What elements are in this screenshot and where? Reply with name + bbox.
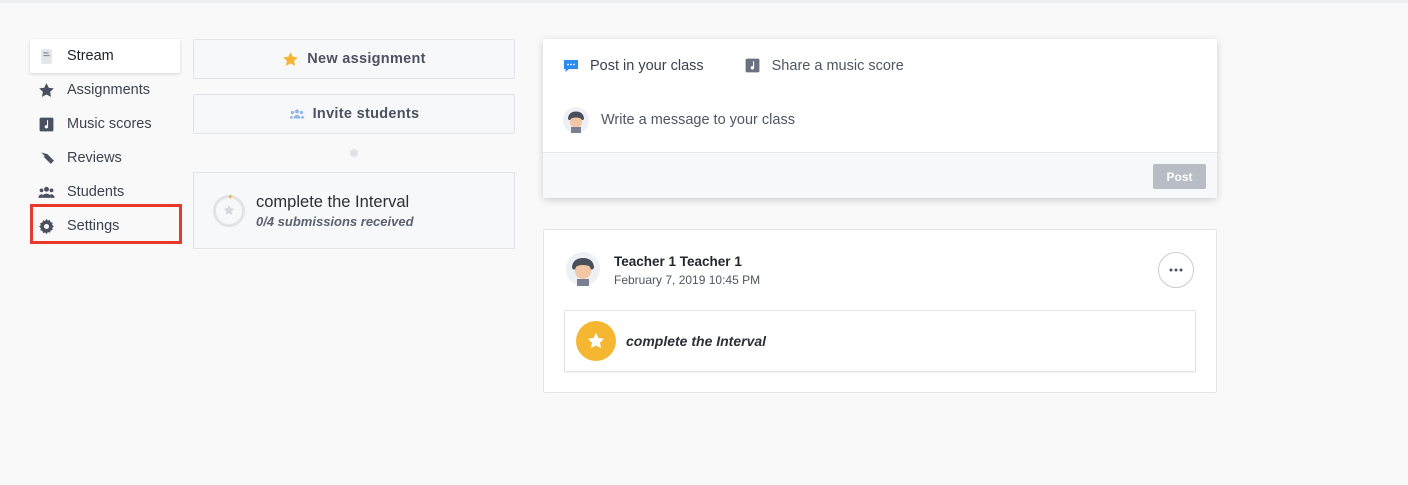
- composer-footer: Post: [543, 152, 1217, 198]
- star-icon: [282, 51, 299, 68]
- sidebar-item-label: Reviews: [67, 150, 122, 166]
- star-icon: [576, 321, 616, 361]
- music-score-icon: [38, 116, 55, 133]
- tab-share-label: Share a music score: [771, 57, 904, 74]
- avatar: [566, 252, 600, 286]
- composer-tabs: Post in your class Share a music score: [563, 57, 944, 74]
- chat-bubble-icon: [563, 58, 579, 74]
- sidebar-item-assignments[interactable]: Assignments: [30, 73, 180, 107]
- tab-post-label: Post in your class: [590, 57, 704, 74]
- sidebar-item-music-scores[interactable]: Music scores: [30, 107, 180, 141]
- sidebar-item-label: Stream: [67, 48, 114, 64]
- sidebar-item-label: Music scores: [67, 116, 152, 132]
- star-icon: [38, 82, 55, 99]
- sidebar-nav: Stream Assignments Music scores Reviews …: [30, 39, 182, 244]
- sidebar-item-label: Students: [67, 184, 125, 200]
- post-date: February 7, 2019 10:45 PM: [614, 273, 761, 287]
- sidebar-item-label: Assignments: [67, 82, 151, 98]
- post-button[interactable]: Post: [1153, 164, 1206, 189]
- music-score-icon: [744, 57, 761, 74]
- post-composer: Post in your class Share a music score P…: [543, 39, 1217, 198]
- stream-post: Teacher 1 Teacher 1 February 7, 2019 10:…: [543, 229, 1217, 393]
- assignments-column: New assignment Invite students complete …: [193, 39, 515, 249]
- star-icon: [223, 204, 235, 215]
- invite-students-button[interactable]: Invite students: [193, 94, 515, 134]
- tab-post-in-class[interactable]: Post in your class: [563, 58, 704, 74]
- assignment-card[interactable]: complete the Interval 0/4 submissions re…: [193, 172, 515, 249]
- message-input[interactable]: [601, 112, 1181, 128]
- sidebar-item-reviews[interactable]: Reviews: [30, 141, 180, 175]
- assignment-attachment[interactable]: complete the Interval: [564, 310, 1196, 372]
- more-options-button[interactable]: [1158, 252, 1194, 288]
- new-assignment-label: New assignment: [307, 51, 426, 67]
- timeline-dot: [350, 149, 358, 157]
- people-icon: [289, 106, 305, 122]
- settings-highlight-box: [30, 204, 182, 244]
- assignment-submissions: 0/4 submissions received: [256, 213, 414, 229]
- tab-share-music-score[interactable]: Share a music score: [744, 57, 904, 74]
- new-assignment-button[interactable]: New assignment: [193, 39, 515, 79]
- document-icon: [38, 48, 55, 65]
- people-icon: [38, 184, 55, 201]
- invite-students-label: Invite students: [312, 106, 420, 122]
- submission-progress-ring: [213, 194, 245, 227]
- avatar: [563, 107, 589, 133]
- message-input-row: [563, 107, 1193, 133]
- pen-nib-icon: [38, 150, 55, 167]
- top-border: [0, 0, 1408, 3]
- sidebar-item-stream[interactable]: Stream: [30, 39, 180, 73]
- post-author: Teacher 1 Teacher 1: [614, 254, 742, 269]
- assignment-title: complete the Interval: [256, 192, 410, 211]
- attachment-title: complete the Interval: [626, 333, 767, 349]
- more-horizontal-icon: [1169, 268, 1183, 272]
